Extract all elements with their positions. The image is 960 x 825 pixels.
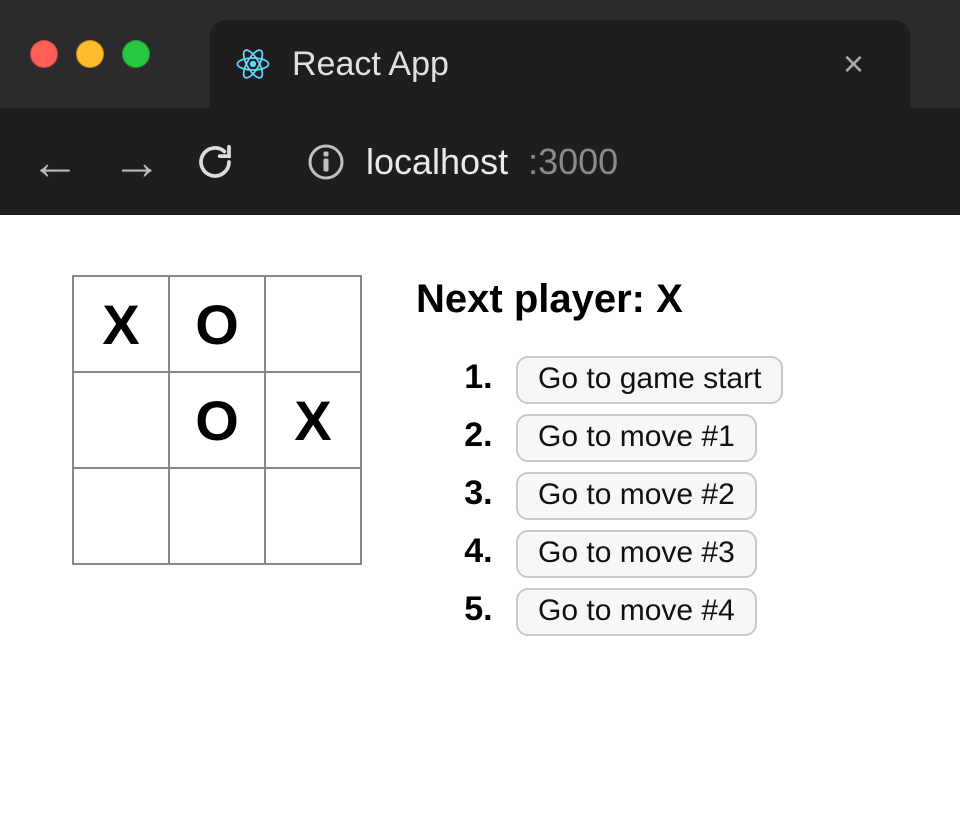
browser-chrome: React App × ← → localhost :3000 (0, 0, 960, 215)
history-go-to-move-1-button[interactable]: Go to move #1 (516, 414, 757, 462)
square-2-2[interactable] (265, 468, 361, 564)
list-item: Go to move #3 (502, 530, 783, 578)
app-root: X O O X Next player: X Go to game start … (0, 215, 960, 646)
nav-forward-button[interactable]: → (112, 137, 160, 187)
game-info: Next player: X Go to game start Go to mo… (416, 275, 783, 646)
window-zoom-button[interactable] (122, 40, 150, 68)
square-2-1[interactable] (169, 468, 265, 564)
square-1-1[interactable]: O (169, 372, 265, 468)
window-minimize-button[interactable] (76, 40, 104, 68)
tab-title: React App (292, 45, 813, 84)
list-item: Go to move #1 (502, 414, 783, 462)
square-0-0[interactable]: X (73, 276, 169, 372)
history-go-to-move-4-button[interactable]: Go to move #4 (516, 588, 757, 636)
url-port: :3000 (528, 141, 618, 183)
list-item: Go to move #2 (502, 472, 783, 520)
list-item: Go to game start (502, 356, 783, 404)
window-close-button[interactable] (30, 40, 58, 68)
square-0-1[interactable]: O (169, 276, 265, 372)
status-text: Next player: X (416, 277, 783, 322)
list-item: Go to move #4 (502, 588, 783, 636)
nav-reload-button[interactable] (194, 141, 242, 183)
window-traffic-lights (30, 40, 150, 68)
react-logo-icon (236, 47, 270, 81)
browser-tab[interactable]: React App × (210, 20, 910, 108)
history-go-to-start-button[interactable]: Go to game start (516, 356, 783, 404)
browser-toolbar: ← → localhost :3000 (0, 108, 960, 215)
move-history-list: Go to game start Go to move #1 Go to mov… (416, 356, 783, 636)
tab-close-button[interactable]: × (833, 39, 874, 89)
site-info-icon[interactable] (306, 142, 346, 182)
tic-tac-toe-board: X O O X (72, 275, 362, 565)
tab-strip: React App × (0, 0, 960, 108)
square-1-0[interactable] (73, 372, 169, 468)
history-go-to-move-2-button[interactable]: Go to move #2 (516, 472, 757, 520)
address-bar[interactable]: localhost :3000 (306, 141, 618, 183)
nav-back-button[interactable]: ← (30, 137, 78, 187)
history-go-to-move-3-button[interactable]: Go to move #3 (516, 530, 757, 578)
url-host: localhost (366, 141, 508, 183)
square-0-2[interactable] (265, 276, 361, 372)
square-1-2[interactable]: X (265, 372, 361, 468)
square-2-0[interactable] (73, 468, 169, 564)
